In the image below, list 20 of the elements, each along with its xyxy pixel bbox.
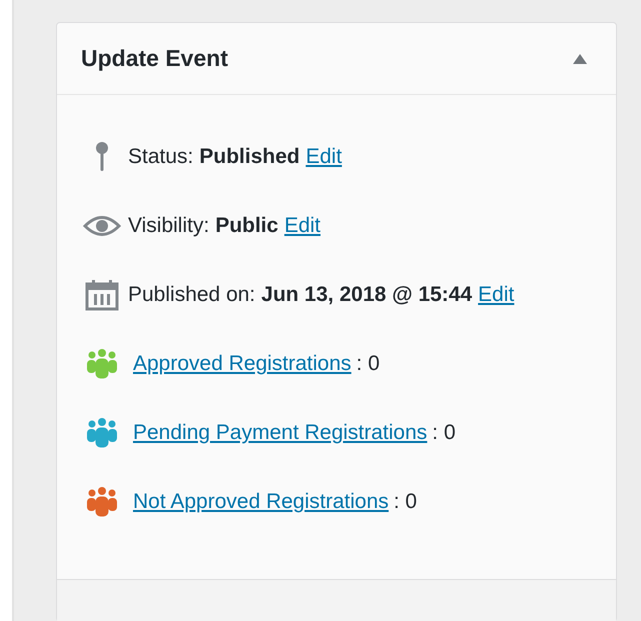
- edit-link[interactable]: Edit: [306, 141, 342, 173]
- meta-label: Status:: [128, 144, 194, 170]
- panel-title: Update Event: [81, 44, 228, 74]
- triangle-up-icon: [573, 54, 587, 64]
- eye-icon: [83, 215, 121, 237]
- edit-link[interactable]: Edit: [478, 279, 514, 311]
- meta-value: Public: [215, 213, 278, 240]
- edit-link[interactable]: Edit: [284, 210, 321, 242]
- meta-value: Jun 13, 2018 @ 15:44: [261, 282, 472, 308]
- registration-count: : 0: [394, 489, 417, 516]
- meta-label: Visibility:: [128, 213, 210, 240]
- calendar-icon: [85, 279, 119, 311]
- meta-value: Published: [199, 144, 300, 170]
- registration-count: : 0: [356, 351, 380, 378]
- registrations-link[interactable]: Pending Payment Registrations: [133, 417, 432, 449]
- pin-icon: [94, 141, 110, 173]
- registrations-link[interactable]: Approved Registrations: [133, 348, 356, 380]
- meta-label: Published on:: [128, 282, 256, 308]
- registrations-link[interactable]: Not Approved Registrations: [133, 486, 394, 518]
- registration-count: : 0: [432, 420, 456, 446]
